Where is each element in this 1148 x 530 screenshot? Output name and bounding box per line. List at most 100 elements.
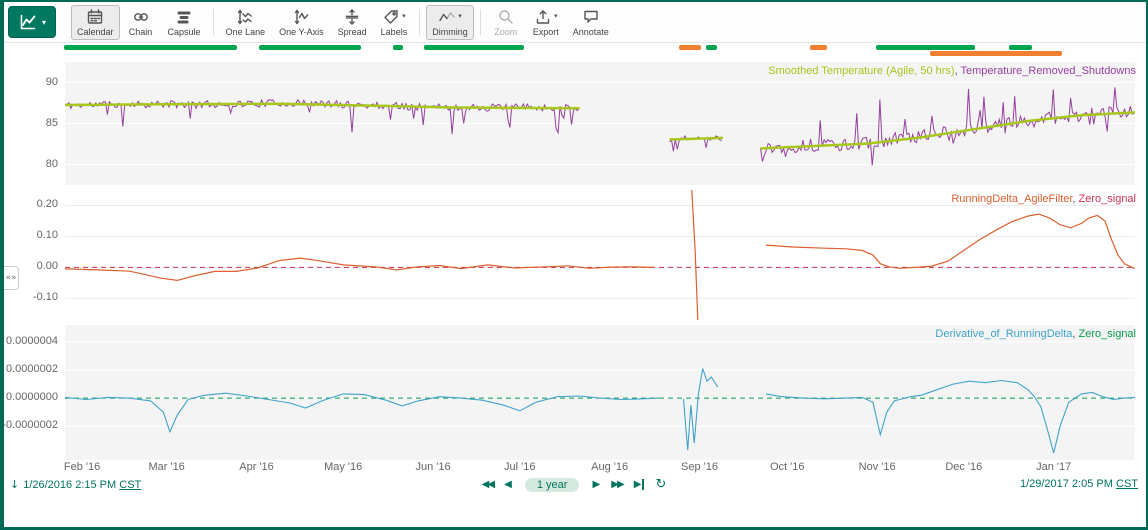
toolbar-divider [213,9,214,35]
capsule-bar[interactable] [259,45,361,50]
chevron-down-icon: ▾ [402,12,406,20]
toolbar-button-one-lane[interactable]: One Lane [220,5,272,40]
capsule-bar[interactable] [679,45,701,50]
step-back-button[interactable]: ◀ [504,479,512,490]
toolbar-divider [480,9,481,35]
capsule-indicator-lane[interactable] [0,43,1148,59]
capsule-bar[interactable] [876,45,975,50]
toolbar-button-one-y-axis[interactable]: One Y-Axis [273,5,330,40]
toolbar-button-label: Dimming [432,27,468,37]
y-tick-label: 80 [0,158,58,170]
chevron-down-icon: ▾ [42,18,46,27]
lane-plot-0[interactable] [65,62,1135,185]
step-forward-button[interactable]: ▶ [592,479,600,490]
duration-pill[interactable]: 1 year [525,478,580,492]
x-tick-label: Apr '16 [227,461,287,473]
skip-to-end-button[interactable]: ▶ [634,479,645,490]
skip-back-button[interactable]: ◀◀ [482,479,493,490]
y-tick-label: -0.10 [0,291,58,303]
legend-item[interactable]: Smoothed Temperature (Agile, 50 hrs) [768,65,954,77]
y-tick-label: 90 [0,76,58,88]
x-tick-label: Dec '16 [934,461,994,473]
toolbar-button-annotate[interactable]: Annotate [567,5,615,40]
capsule-bar[interactable] [393,45,403,50]
one-y-axis-icon [292,8,310,26]
chevron-down-icon: ▾ [554,12,558,20]
lane-legend: RunningDelta_AgileFilter, Zero_signal [951,193,1136,205]
x-tick-label: Nov '16 [847,461,907,473]
toolbar-button-label: Capsule [168,27,201,37]
main-toolbar: ▾ Calendar Chain Capsule [4,2,1146,43]
series-Smoothed Temperature (Agile, 50 hrs) [65,104,580,109]
toolbar-button-spread[interactable]: Spread [332,5,373,40]
series-Smoothed Temperature (Agile, 50 hrs) [670,138,724,140]
calendar-icon [86,8,104,26]
trend-chart-icon [18,12,38,32]
y-tick-label: 85 [0,117,58,129]
range-end: 1/29/2017 2:05 PM CST [1020,478,1138,490]
spread-icon [343,8,361,26]
toolbar-button-label: One Lane [226,27,266,37]
y-tick-label: 0.10 [0,229,58,241]
end-date-text: 1/29/2017 2:05 PM [1020,478,1113,490]
one-lane-icon [236,8,254,26]
x-tick-label: Feb '16 [52,461,112,473]
range-end-date[interactable]: 1/29/2017 2:05 PM CST [1020,478,1138,490]
x-tick-label: Jul '16 [490,461,550,473]
toolbar-button-capsule[interactable]: Capsule [162,5,207,40]
skip-forward-button[interactable]: ▶▶ [611,479,622,490]
display-range-bar: ↓ 1/26/2016 2:15 PM CST ◀◀ ◀ 1 year ▶ ▶▶… [0,477,1148,496]
toolbar-button-label: Calendar [77,27,114,37]
y-tick-label: 0.20 [0,198,58,210]
refresh-button[interactable]: ↻ [655,477,666,492]
y-tick-label: 0.0000004 [0,335,58,347]
seeq-trend-window: ▾ Calendar Chain Capsule [0,0,1148,530]
export-icon [534,8,552,26]
trend-chart-area[interactable]: 90 85 80 Smoothed Temperature (Agile, 50 hr… [0,0,1148,530]
legend-item[interactable]: Zero_signal [1079,193,1136,205]
chain-icon [132,8,150,26]
toolbar-button-label: Annotate [573,27,609,37]
series-Derivative_of_RunningDelta [766,381,1135,454]
window-border [0,0,4,530]
series-Derivative_of_RunningDelta [684,369,718,451]
toolbar-button-calendar[interactable]: Calendar [71,5,120,40]
x-tick-label: Mar '16 [137,461,197,473]
series-Temperature_Removed_Shutdowns [761,87,1135,165]
lane-plot-2[interactable] [65,325,1135,460]
capsule-icon [175,8,193,26]
toolbar-button-labels[interactable]: ▾ Labels [375,5,414,40]
annotate-bubble-icon [582,8,600,26]
lane-legend: Derivative_of_RunningDelta, Zero_signal [935,328,1136,340]
capsule-bar[interactable] [424,45,524,50]
chevron-down-icon: ▾ [458,12,462,20]
capsule-bar[interactable] [1009,45,1032,50]
window-border [0,0,1148,2]
toolbar-button-label: Export [533,27,559,37]
y-tick-label: -0.0000002 [0,419,58,431]
capsule-bar[interactable] [64,45,237,50]
series-RunningDelta_AgileFilter [766,214,1135,269]
panel-collapse-handle[interactable]: «» [4,266,19,290]
capsule-bar[interactable] [930,51,1062,56]
toolbar-button-label: Chain [129,27,153,37]
toolbar-button-export[interactable]: ▾ Export [527,5,565,40]
legend-item[interactable]: Zero_signal [1079,328,1136,340]
legend-item[interactable]: RunningDelta_AgileFilter [951,193,1072,205]
legend-item[interactable]: Derivative_of_RunningDelta [935,328,1072,340]
toolbar-button-chain[interactable]: Chain [122,5,160,40]
toolbar-button-dimming[interactable]: ▾ Dimming [426,5,474,40]
toolbar-button-label: One Y-Axis [279,27,324,37]
view-selector-button[interactable]: ▾ [8,6,56,38]
capsule-bar[interactable] [706,45,717,50]
dimming-icon [438,8,456,26]
end-timezone-link[interactable]: CST [1116,478,1138,490]
x-tick-label: Jan '17 [1024,461,1084,473]
range-navigation: ◀◀ ◀ 1 year ▶ ▶▶ ▶ ↻ [0,477,1148,492]
series-RunningDelta_AgileFilter [65,258,654,280]
zoom-magnifier-icon [497,8,515,26]
lane-plot-1[interactable] [65,190,1135,320]
legend-item[interactable]: Temperature_Removed_Shutdowns [961,65,1137,77]
toolbar-button-zoom[interactable]: Zoom [487,5,525,40]
capsule-bar[interactable] [810,45,827,50]
